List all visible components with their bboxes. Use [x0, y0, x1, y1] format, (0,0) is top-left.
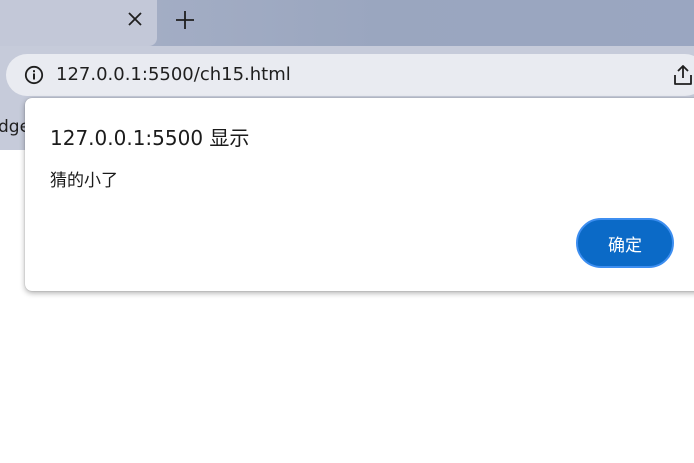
share-icon-glyph — [674, 65, 692, 85]
plus-icon[interactable] — [172, 7, 198, 33]
share-icon[interactable] — [672, 63, 694, 87]
info-icon-glyph — [24, 65, 44, 85]
dialog-title: 127.0.0.1:5500 显示 — [50, 126, 250, 150]
browser-window: 127.0.0.1:5500/ch15.html dge 127.0.0.1:5… — [0, 0, 694, 463]
url-text[interactable]: 127.0.0.1:5500/ch15.html — [56, 64, 291, 86]
close-icon[interactable] — [124, 8, 146, 30]
dialog-message: 猜的小了 — [50, 171, 118, 191]
ok-button[interactable]: 确定 — [576, 218, 674, 268]
plus-icon-glyph — [176, 11, 194, 29]
info-icon[interactable] — [23, 64, 45, 86]
close-icon-glyph — [128, 12, 142, 26]
alert-dialog: 127.0.0.1:5500 显示 猜的小了 确定 — [25, 98, 694, 291]
